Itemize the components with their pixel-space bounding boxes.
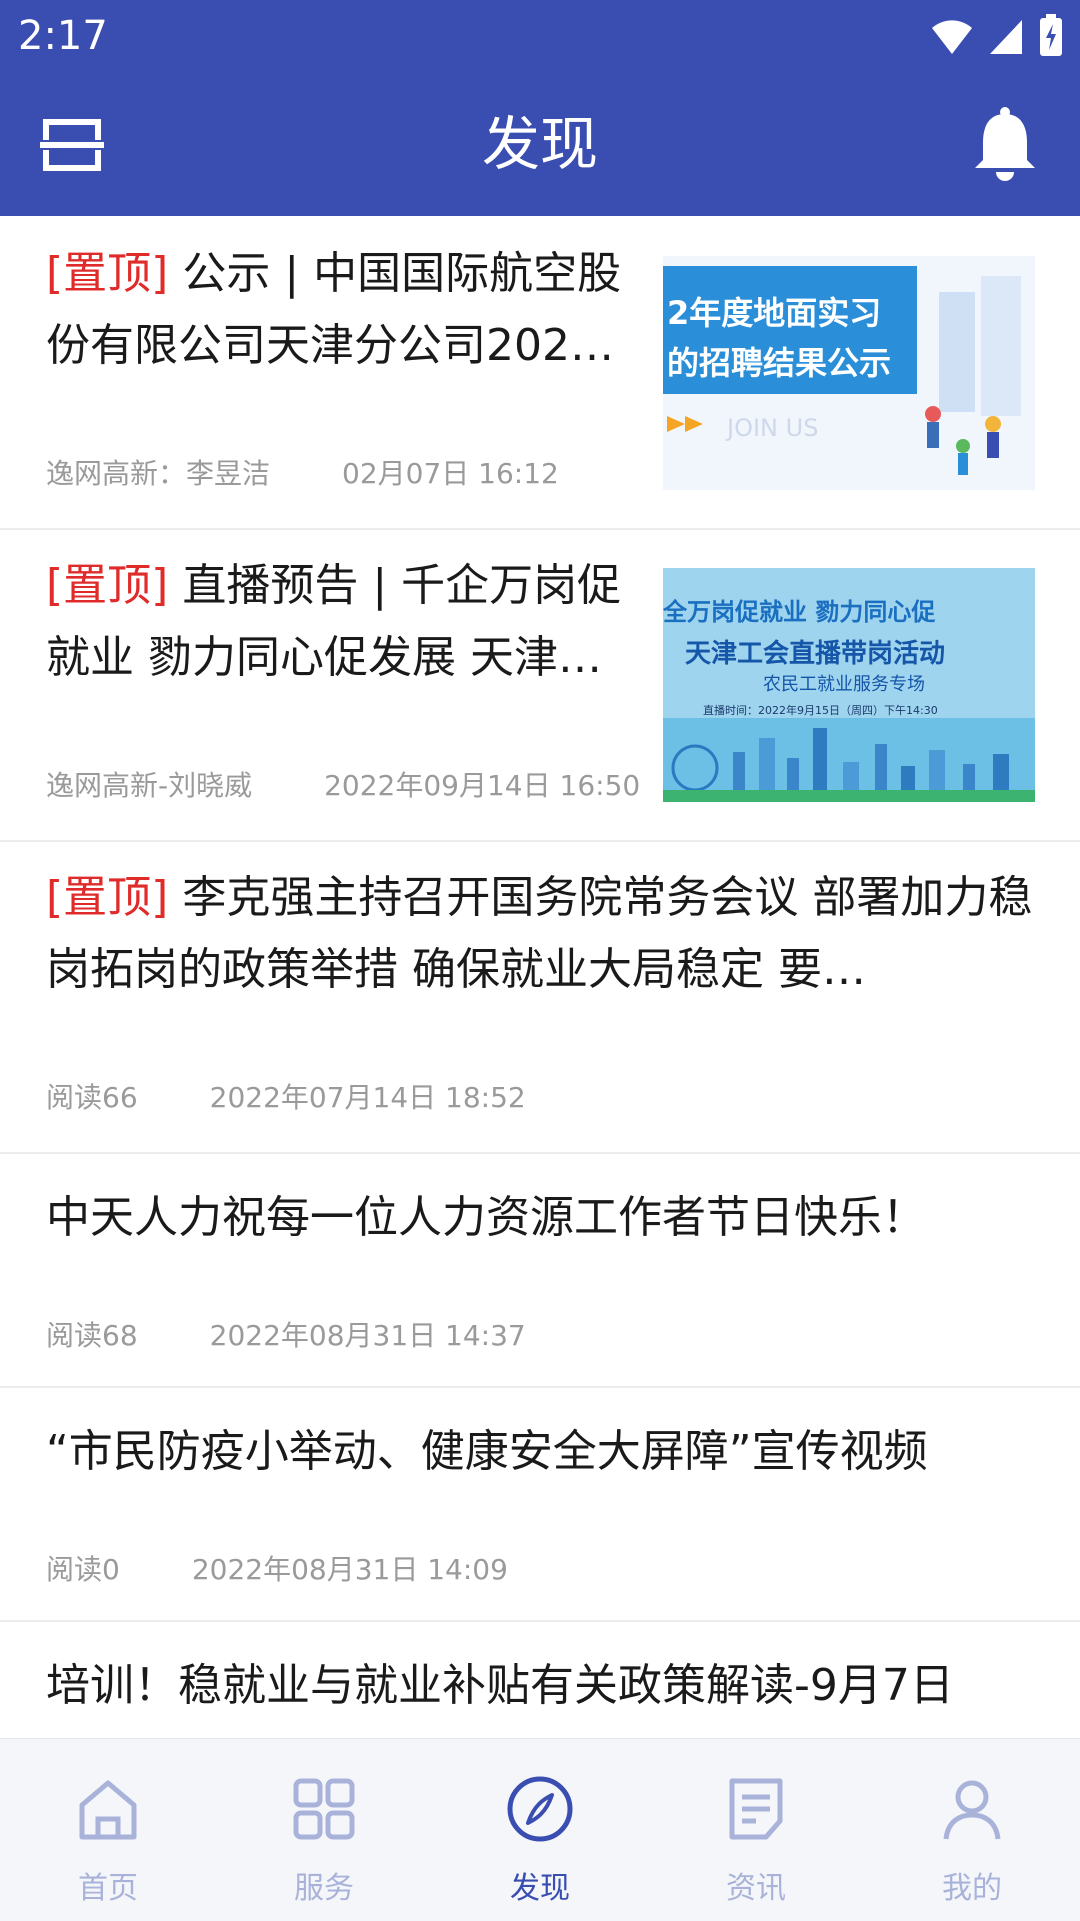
pinned-tag: [置顶] [46,248,169,299]
tab-label: 服务 [294,1871,354,1906]
news-title: “市民防疫小举动、健康安全大屏障”宣传视频 [46,1426,928,1477]
thumb-text-2: 的招聘结果公示 [667,344,891,382]
wifi-icon [932,20,972,54]
news-item[interactable]: “市民防疫小举动、健康安全大屏障”宣传视频 阅读0 2022年08月31日 14:… [0,1386,1080,1622]
tab-mine[interactable]: 我的 [864,1739,1080,1921]
news-meta: 阅读68 2022年08月31日 14:37 [46,1314,526,1354]
thumb-text-3: 农民工就业服务专场 [763,674,925,695]
person-icon [943,1780,1001,1840]
news-item[interactable]: 中天人力祝每一位人力资源工作者节日快乐！ 阅读68 2022年08月31日 14:… [0,1152,1080,1388]
battery-icon [1040,14,1062,56]
tab-label: 首页 [78,1871,138,1906]
news-title: 中天人力祝每一位人力资源工作者节日快乐！ [46,1192,926,1243]
tab-home[interactable]: 首页 [0,1739,216,1921]
news-date: 2022年07月14日 18:52 [209,1081,526,1114]
tab-discover[interactable]: 发现 [432,1739,648,1921]
news-date: 2022年09月14日 16:50 [324,769,641,802]
news-item[interactable]: [置顶] 李克强主持召开国务院常务会议 部署加力稳岗拓岗的政策举措 确保就业大局稳… [0,840,1080,1154]
status-bar: 2:17 [0,0,1080,72]
news-author: 逸网高新：李昱洁 [46,457,271,490]
grid-icon [293,1778,355,1840]
news-author: 逸网高新-刘晓威 [46,769,253,802]
notification-button[interactable] [970,106,1040,182]
tab-label: 发现 [510,1871,570,1906]
news-item[interactable]: 培训！稳就业与就业补贴有关政策解读-9月7日 [0,1620,1080,1738]
status-time: 2:17 [18,13,108,59]
tab-services[interactable]: 服务 [216,1739,432,1921]
system-icons [930,12,1064,60]
thumb-text-1: 全万岗促就业 勠力同心促 [663,598,935,626]
news-thumbnail: 全万岗促就业 勠力同心促 天津工会直播带岗活动 农民工就业服务专场 直播时间：2… [663,568,1035,802]
news-meta: 阅读0 2022年08月31日 14:09 [46,1548,508,1588]
news-icon [729,1778,783,1840]
news-title: [置顶] 直播预告 | 千企万岗促就业 勠力同心促发展 天津… [46,560,622,683]
pinned-tag: [置顶] [46,872,169,923]
news-author: 阅读0 [46,1553,120,1586]
home-icon [79,1780,137,1840]
page-title: 发现 [481,110,598,178]
news-feed[interactable]: [置顶] 公示 | 中国国际航空股份有限公司天津分公司202… 逸网高新：李昱洁 0… [0,216,1080,1738]
news-item[interactable]: [置顶] 直播预告 | 千企万岗促就业 勠力同心促发展 天津… 逸网高新-刘晓威 2… [0,528,1080,842]
app-bar: 发现 [0,72,1080,216]
news-author: 阅读66 [46,1081,138,1114]
news-title: [置顶] 公示 | 中国国际航空股份有限公司天津分公司202… [46,248,622,371]
tab-news[interactable]: 资讯 [648,1739,864,1921]
news-author: 阅读68 [46,1319,138,1352]
pinned-tag: [置顶] [46,560,169,611]
signal-icon [990,20,1022,54]
thumb-text-3: JOIN US [725,414,818,442]
news-title: 培训！稳就业与就业补贴有关政策解读-9月7日 [46,1660,954,1711]
compass-icon [507,1776,573,1842]
news-date: 02月07日 16:12 [342,457,559,490]
news-meta: 逸网高新-刘晓威 2022年09月14日 16:50 [46,764,640,804]
thumb-text-1: 2年度地面实习 [667,294,881,332]
bell-icon [975,107,1035,181]
news-title: [置顶] 李克强主持召开国务院常务会议 部署加力稳岗拓岗的政策举措 确保就业大局稳… [46,872,1033,995]
thumb-text-2: 天津工会直播带岗活动 [685,639,945,669]
news-meta: 逸网高新：李昱洁 02月07日 16:12 [46,452,559,492]
bottom-tab-bar: 首页 服务 发现 资讯 我的 [0,1738,1080,1921]
news-meta: 阅读66 2022年07月14日 18:52 [46,1076,526,1116]
news-date: 2022年08月31日 14:37 [209,1319,526,1352]
news-date: 2022年08月31日 14:09 [191,1553,508,1586]
news-thumbnail: 2年度地面实习 的招聘结果公示 JOIN US [663,256,1035,490]
tab-label: 我的 [942,1871,1002,1906]
thumb-text-4: 直播时间：2022年9月15日（周四）下午14:30 [703,703,938,717]
news-item[interactable]: [置顶] 公示 | 中国国际航空股份有限公司天津分公司202… 逸网高新：李昱洁 0… [0,216,1080,530]
tab-label: 资讯 [726,1871,786,1906]
